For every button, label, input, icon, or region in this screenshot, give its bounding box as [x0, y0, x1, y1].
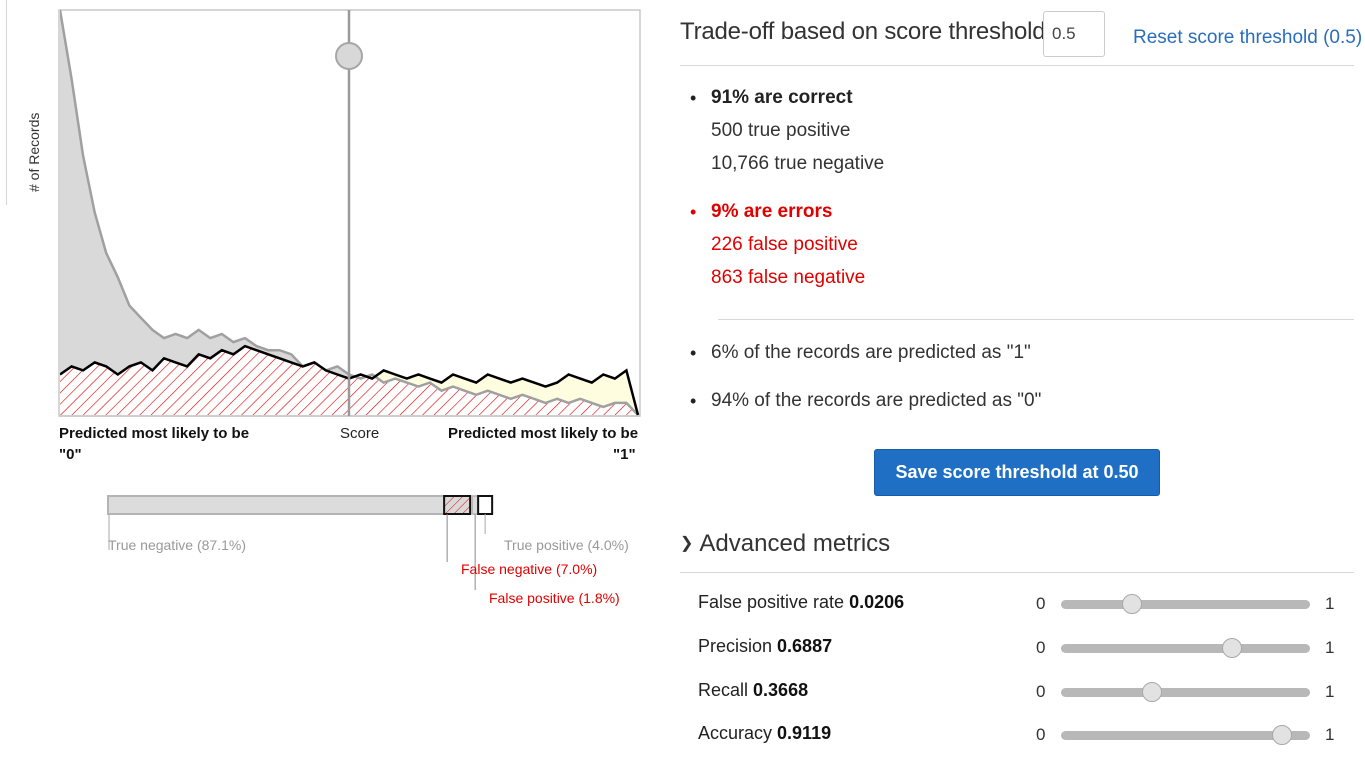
- slider-min-label: 0: [1036, 682, 1046, 701]
- score-threshold-input[interactable]: [1043, 11, 1105, 57]
- metric-value: 0.3668: [753, 680, 809, 700]
- slider-min-label: 0: [1036, 725, 1046, 744]
- right-axis-label: Predicted most likely to be: [448, 425, 639, 442]
- bullet-dot: •: [690, 88, 697, 108]
- metric-slider[interactable]: [1061, 725, 1310, 745]
- metric-label: Accuracy 0.9119: [698, 723, 831, 744]
- left-axis-value: "0": [59, 446, 82, 463]
- metric-name-text: Precision: [698, 636, 778, 656]
- advanced-metrics-label: Advanced metrics: [699, 530, 891, 557]
- false-positive-count: 226 false positive: [711, 234, 858, 255]
- slider-max-label: 1: [1325, 638, 1335, 657]
- predicted-0-summary: 94% of the records are predicted as "0": [711, 390, 1042, 411]
- true-positive-label: True positive (4.0%): [504, 537, 629, 553]
- metric-label: Recall 0.3668: [698, 680, 808, 701]
- metric-value: 0.0206: [849, 592, 905, 612]
- true-negative-label: True negative (87.1%): [108, 537, 246, 553]
- false-negative-count: 863 false negative: [711, 267, 866, 288]
- slider-knob[interactable]: [1222, 638, 1243, 658]
- slider-knob[interactable]: [1142, 682, 1163, 702]
- advanced-divider: [680, 572, 1354, 573]
- correct-summary: 91% are correct: [711, 87, 853, 108]
- metric-slider[interactable]: [1061, 594, 1310, 614]
- slider-max-label: 1: [1325, 725, 1335, 744]
- metric-slider[interactable]: [1061, 682, 1310, 702]
- bullet-dot: •: [690, 202, 697, 222]
- slider-min-label: 0: [1036, 594, 1046, 613]
- slider-max-label: 1: [1325, 594, 1335, 613]
- tradeoff-title: Trade-off based on score threshold: [680, 18, 1046, 45]
- bullet-dot: •: [690, 391, 697, 411]
- metric-value: 0.6887: [777, 636, 833, 656]
- slider-max-label: 1: [1325, 682, 1335, 701]
- metric-name-text: False positive rate: [698, 592, 850, 612]
- score-distribution-chart[interactable]: [0, 0, 650, 420]
- true-negative-segment: [107, 495, 446, 515]
- save-threshold-button[interactable]: Save score threshold at 0.50: [874, 449, 1160, 496]
- threshold-drag-handle[interactable]: [335, 42, 363, 70]
- slider-knob[interactable]: [1272, 725, 1293, 745]
- false-negative-segment: [443, 495, 472, 515]
- section-divider: [718, 319, 1354, 320]
- metric-slider[interactable]: [1061, 638, 1310, 658]
- header-divider: [680, 65, 1354, 66]
- errors-summary: 9% are errors: [711, 201, 833, 222]
- false-positive-segment: [471, 495, 479, 515]
- chevron-down-icon: ❯: [680, 535, 694, 552]
- right-axis-value: "1": [613, 446, 636, 463]
- score-axis-label: Score: [340, 425, 380, 442]
- advanced-metrics-toggle[interactable]: ❯ Advanced metrics: [680, 530, 890, 558]
- metric-label: False positive rate 0.0206: [698, 592, 904, 613]
- metric-name-text: Accuracy: [698, 723, 778, 743]
- true-positive-segment: [477, 495, 494, 515]
- metric-value: 0.9119: [777, 723, 832, 743]
- left-axis-label: Predicted most likely to be: [59, 425, 250, 442]
- reset-threshold-link[interactable]: Reset score threshold (0.5): [1133, 27, 1362, 49]
- true-positive-count: 500 true positive: [711, 120, 851, 141]
- bullet-dot: •: [690, 343, 697, 363]
- slider-min-label: 0: [1036, 638, 1046, 657]
- false-positive-label: False positive (1.8%): [489, 590, 620, 606]
- metric-name-text: Recall: [698, 680, 754, 700]
- true-negative-count: 10,766 true negative: [711, 153, 885, 174]
- predicted-1-summary: 6% of the records are predicted as "1": [711, 342, 1031, 363]
- metric-label: Precision 0.6887: [698, 636, 832, 657]
- false-negative-label: False negative (7.0%): [461, 561, 598, 577]
- slider-knob[interactable]: [1122, 594, 1143, 614]
